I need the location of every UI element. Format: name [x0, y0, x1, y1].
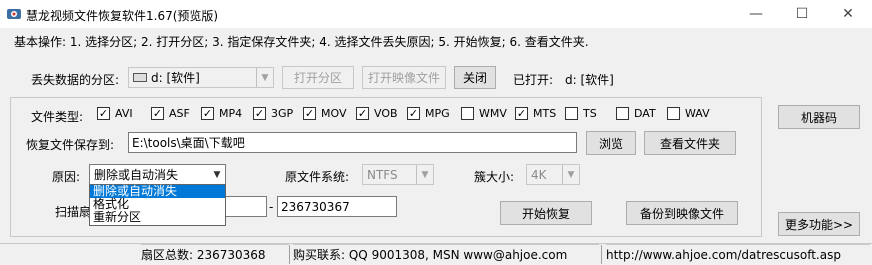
status-separator	[289, 245, 290, 264]
filetype-checkbox-asf[interactable]: ✓ ASF	[151, 107, 190, 120]
scan-range-dash: -	[269, 200, 274, 214]
filetype-checkbox-mov[interactable]: ✓ MOV	[303, 107, 346, 120]
filetype-checkbox-mts[interactable]: ✓ MTS	[515, 107, 556, 120]
cluster-size-value: 4K	[531, 167, 547, 182]
app-icon	[6, 6, 22, 22]
open-partition-button[interactable]: 打开分区	[282, 66, 354, 89]
start-recovery-button[interactable]: 开始恢复	[500, 201, 592, 225]
filetype-label: MP4	[219, 107, 243, 120]
partition-select-value: d: [软件]	[151, 71, 200, 85]
browse-button[interactable]: 浏览	[586, 131, 636, 155]
reason-option[interactable]: 重新分区	[90, 211, 225, 224]
checkmark-icon[interactable]: ✓	[151, 107, 164, 120]
filetype-checkbox-vob[interactable]: ✓ VOB	[356, 107, 398, 120]
filetype-checkbox-mp4[interactable]: ✓ MP4	[201, 107, 242, 120]
machine-code-button[interactable]: 机器码	[778, 105, 860, 129]
partition-label: 丢失数据的分区:	[31, 73, 120, 87]
scan-end-field[interactable]: 236730367	[277, 196, 397, 217]
file-types-label: 文件类型:	[31, 110, 84, 124]
original-fs-label: 原文件系统:	[285, 170, 350, 184]
reason-dropdown-list: 删除或自动消失 格式化 重新分区	[89, 184, 226, 226]
file-type-checkboxes: ✓ AVI ✓ ASF ✓ MP4 ✓ 3GP ✓ MOV ✓ VOB ✓ MPG WMV ✓ MTS TS DAT…	[97, 107, 710, 123]
chevron-down-icon[interactable]: ▼	[256, 68, 273, 87]
checkbox-empty-icon[interactable]	[667, 107, 680, 120]
filetype-label: DAT	[634, 107, 656, 120]
filetype-label: ASF	[169, 107, 190, 120]
steps-instructions: 基本操作: 1. 选择分区; 2. 打开分区; 3. 指定保存文件夹; 4. 选…	[14, 35, 589, 49]
checkmark-icon[interactable]: ✓	[253, 107, 266, 120]
save-to-label: 恢复文件保存到:	[26, 138, 115, 152]
reason-label: 原因:	[52, 170, 81, 184]
window-title: 慧龙视频文件恢复软件1.67(预览版)	[26, 9, 219, 23]
filetype-label: WAV	[685, 107, 710, 120]
cluster-size-select[interactable]: 4K ▼	[526, 164, 580, 185]
scan-start-field[interactable]	[225, 196, 267, 217]
more-functions-button[interactable]: 更多功能>>	[778, 212, 860, 236]
save-path-field[interactable]: E:\tools\桌面\下载吧	[128, 132, 577, 153]
filetype-checkbox-avi[interactable]: ✓ AVI	[97, 107, 133, 120]
open-image-button[interactable]: 打开映像文件	[362, 66, 446, 89]
checkmark-icon[interactable]: ✓	[97, 107, 110, 120]
status-contact: 购买联系: QQ 9001308, MSN www@ahjoe.com	[293, 244, 599, 264]
chevron-down-icon[interactable]: ▼	[209, 165, 225, 184]
checkbox-empty-icon[interactable]	[565, 107, 578, 120]
chevron-down-icon[interactable]: ▼	[562, 165, 579, 184]
cluster-size-label: 簇大小:	[474, 170, 515, 184]
original-fs-select[interactable]: NTFS ▼	[362, 164, 434, 185]
filetype-checkbox-dat[interactable]: DAT	[616, 107, 656, 120]
checkmark-icon[interactable]: ✓	[515, 107, 528, 120]
checkmark-icon[interactable]: ✓	[407, 107, 420, 120]
filetype-checkbox-wav[interactable]: WAV	[667, 107, 710, 120]
status-url: http://www.ahjoe.com/datrescusoft.asp	[606, 244, 870, 264]
filetype-checkbox-3gp[interactable]: ✓ 3GP	[253, 107, 293, 120]
checkbox-empty-icon[interactable]	[616, 107, 629, 120]
original-fs-value: NTFS	[367, 167, 398, 182]
filetype-label: 3GP	[271, 107, 294, 120]
filetype-label: MPG	[425, 107, 450, 120]
filetype-label: WMV	[479, 107, 507, 120]
reason-select[interactable]: 删除或自动消失 ▼	[89, 164, 226, 185]
checkmark-icon[interactable]: ✓	[201, 107, 214, 120]
filetype-label: MTS	[533, 107, 557, 120]
filetype-label: TS	[583, 107, 597, 120]
filetype-checkbox-ts[interactable]: TS	[565, 107, 597, 120]
filetype-label: MOV	[321, 107, 347, 120]
view-folder-button[interactable]: 查看文件夹	[644, 131, 736, 155]
checkmark-icon[interactable]: ✓	[356, 107, 369, 120]
reason-select-value: 删除或自动消失	[94, 168, 179, 182]
filetype-checkbox-mpg[interactable]: ✓ MPG	[407, 107, 450, 120]
drive-icon	[133, 73, 147, 82]
maximize-button[interactable]: ☐	[779, 0, 825, 28]
filetype-label: VOB	[374, 107, 398, 120]
minimize-button[interactable]: —	[733, 0, 779, 28]
opened-label: 已打开:	[513, 73, 554, 87]
backup-image-button[interactable]: 备份到映像文件	[626, 201, 738, 225]
partition-select[interactable]: d: [软件] ▼	[128, 67, 274, 88]
checkmark-icon[interactable]: ✓	[303, 107, 316, 120]
opened-value: d: [软件]	[565, 73, 614, 87]
chevron-down-icon[interactable]: ▼	[416, 165, 433, 184]
filetype-label: AVI	[115, 107, 133, 120]
close-partition-button[interactable]: 关闭	[454, 66, 496, 89]
status-separator	[601, 245, 602, 264]
close-window-button[interactable]: ✕	[825, 0, 871, 28]
checkbox-empty-icon[interactable]	[461, 107, 474, 120]
status-sector-total: 扇区总数: 236730368	[141, 244, 289, 264]
filetype-checkbox-wmv[interactable]: WMV	[461, 107, 507, 120]
